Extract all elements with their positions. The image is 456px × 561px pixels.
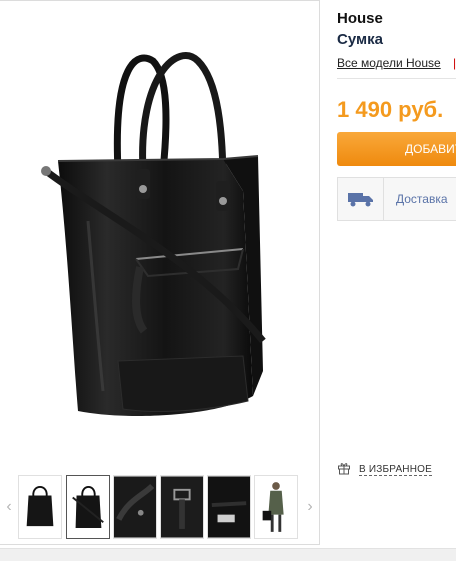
thumbnail-3[interactable] [113,475,157,539]
add-to-favorites-button[interactable]: В ИЗБРАННОЕ [337,461,433,480]
thumbnail-5[interactable] [207,475,251,539]
delivery-label: Доставка [396,192,448,206]
product-gallery: ‹ › [0,0,320,545]
thumbnail-2[interactable] [66,475,110,539]
thumbnail-1[interactable] [18,475,62,539]
product-info-panel: House Сумка Все модели House | 1 490 руб… [337,0,456,545]
thumbnail-prev-arrow[interactable]: ‹ [2,481,16,533]
product-type: Сумка [337,31,383,48]
favorites-label: В ИЗБРАННОЕ [359,464,433,476]
product-price: 1 490 руб. [337,97,444,122]
thumbnail-4[interactable] [160,475,204,539]
delivery-info[interactable]: Доставка [337,177,456,221]
footer-strip [0,548,456,561]
add-to-cart-button[interactable]: ДОБАВИТЬ В КОРЗИНУ [337,132,456,166]
divider [337,78,456,79]
brand-name: House [337,10,383,27]
all-models-link[interactable]: Все модели House [337,56,441,70]
gift-icon [337,461,351,480]
delivery-truck-icon [338,178,384,220]
thumbnail-strip: ‹ › [0,471,320,543]
thumbnail-next-arrow[interactable]: › [303,481,317,533]
product-main-image[interactable] [18,21,298,451]
thumbnail-6[interactable] [254,475,298,539]
